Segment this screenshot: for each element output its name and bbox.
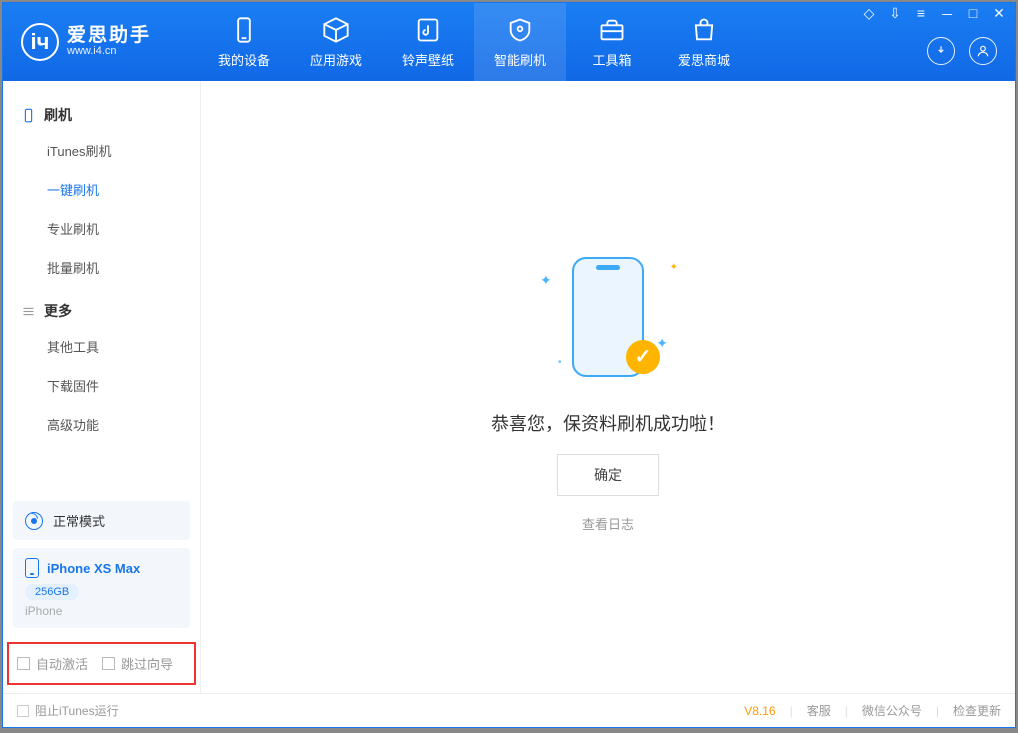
header-actions [927,37,997,65]
opt-skip-guide[interactable]: 跳过向导 [102,654,173,673]
nav-itunes-flash[interactable]: iTunes刷机 [3,131,200,170]
checkbox-icon [102,657,115,670]
nav-pro-flash[interactable]: 专业刷机 [3,209,200,248]
logo-icon: iч [21,23,59,61]
mode-label: 正常模式 [53,511,105,530]
menu-icon[interactable]: ≡ [913,5,929,25]
block-itunes-label[interactable]: 阻止iTunes运行 [35,702,119,719]
success-illustration: ✦ ✦ • ✦ ✓ [528,242,688,392]
device-storage: 256GB [25,584,79,600]
header: iч 爱思助手 www.i4.cn 我的设备 应用游戏 铃声壁纸 智能刷机 [3,3,1015,81]
nav-download-firmware[interactable]: 下载固件 [3,366,200,405]
checkbox-icon[interactable] [17,705,29,717]
view-log-link[interactable]: 查看日志 [582,514,634,533]
ok-button[interactable]: 确定 [557,454,659,496]
sparkle-icon: ✦ [670,262,678,273]
opt-auto-activate[interactable]: 自动激活 [17,654,88,673]
success-message: 恭喜您，保资料刷机成功啦！ [491,410,725,436]
sparkle-icon: ✦ [540,272,552,289]
checkbox-icon [17,657,30,670]
tab-store[interactable]: 爱思商城 [658,3,750,81]
tab-ringtone-wallpaper[interactable]: 铃声壁纸 [382,3,474,81]
nav-group-flash: 刷机 iTunes刷机 一键刷机 专业刷机 批量刷机 [3,99,200,287]
phone-icon [21,108,36,123]
tab-smart-flash[interactable]: 智能刷机 [474,3,566,81]
device-type: iPhone [25,604,178,618]
shirt-icon[interactable]: ◇ [861,5,877,25]
status-right: V8.16 | 客服 | 微信公众号 | 检查更新 [744,702,1001,719]
nav-oneclick-flash[interactable]: 一键刷机 [3,170,200,209]
app-url: www.i4.cn [67,45,151,58]
window-controls: ◇ ⇩ ≡ － □ ✕ [861,5,1007,25]
status-bar: 阻止iTunes运行 V8.16 | 客服 | 微信公众号 | 检查更新 [3,693,1015,727]
download-icon[interactable] [927,37,955,65]
minimize-icon[interactable]: － [939,5,955,25]
side-cards: 正常模式 iPhone XS Max 256GB iPhone [3,493,200,636]
app-window: iч 爱思助手 www.i4.cn 我的设备 应用游戏 铃声壁纸 智能刷机 [2,2,1016,728]
nav: 刷机 iTunes刷机 一键刷机 专业刷机 批量刷机 更多 其他工具 下载固件 … [3,81,200,452]
nav-other-tools[interactable]: 其他工具 [3,327,200,366]
nav-group-more: 更多 其他工具 下载固件 高级功能 [3,295,200,444]
version-label: V8.16 [744,704,775,718]
nav-head-more: 更多 [3,295,200,327]
app-name: 爱思助手 [67,26,151,45]
tab-toolbox[interactable]: 工具箱 [566,3,658,81]
device-phone-icon [25,558,39,578]
nav-advanced[interactable]: 高级功能 [3,405,200,444]
check-badge-icon: ✓ [626,340,660,374]
close-icon[interactable]: ✕ [991,5,1007,25]
nav-batch-flash[interactable]: 批量刷机 [3,248,200,287]
link-support[interactable]: 客服 [807,702,831,719]
sidebar: 刷机 iTunes刷机 一键刷机 专业刷机 批量刷机 更多 其他工具 下载固件 … [3,81,201,693]
mode-icon [25,512,43,530]
logo[interactable]: iч 爱思助手 www.i4.cn [3,23,198,61]
tab-my-device[interactable]: 我的设备 [198,3,290,81]
body: 刷机 iTunes刷机 一键刷机 专业刷机 批量刷机 更多 其他工具 下载固件 … [3,81,1015,693]
list-icon [21,304,36,319]
main-content: ✦ ✦ • ✦ ✓ 恭喜您，保资料刷机成功啦！ 确定 查看日志 [201,81,1015,693]
sparkle-icon: • [558,357,562,368]
options-highlighted: 自动激活 跳过向导 [7,642,196,685]
link-update[interactable]: 检查更新 [953,702,1001,719]
lock-icon[interactable]: ⇩ [887,5,903,25]
main-tabs: 我的设备 应用游戏 铃声壁纸 智能刷机 工具箱 爱思商城 [198,3,750,81]
nav-head-flash: 刷机 [3,99,200,131]
maximize-icon[interactable]: □ [965,5,981,25]
device-name: iPhone XS Max [47,561,140,576]
user-icon[interactable] [969,37,997,65]
mode-card[interactable]: 正常模式 [13,501,190,540]
link-wechat[interactable]: 微信公众号 [862,702,922,719]
device-card[interactable]: iPhone XS Max 256GB iPhone [13,548,190,628]
tab-apps-games[interactable]: 应用游戏 [290,3,382,81]
